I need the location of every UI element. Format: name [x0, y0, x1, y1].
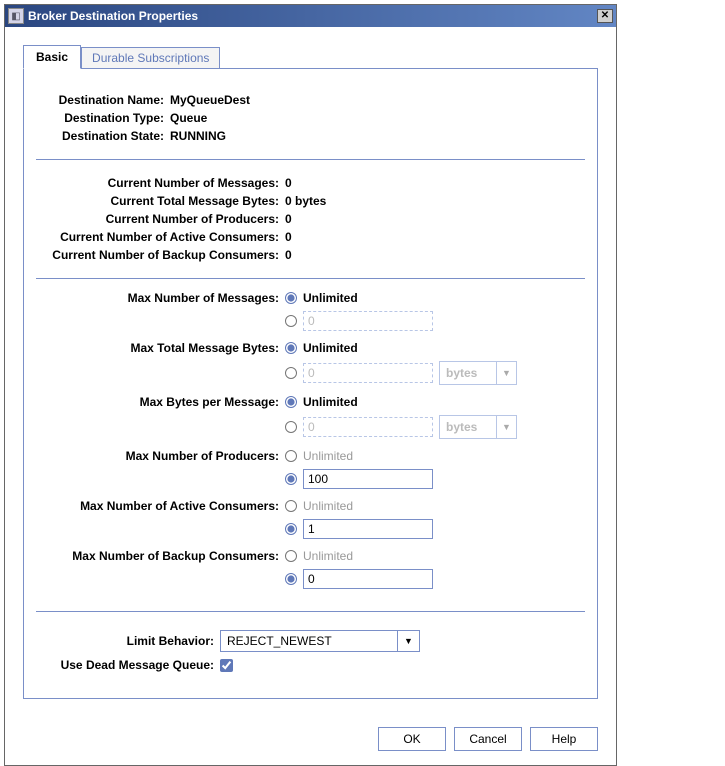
max-producers-value-radio[interactable]	[285, 473, 297, 485]
max-total-bytes-unit-select[interactable]: bytes ▼	[439, 361, 517, 385]
max-bytes-per-msg-unlimited-radio[interactable]	[285, 396, 297, 408]
tab-basic[interactable]: Basic	[23, 45, 81, 69]
chevron-down-icon: ▼	[397, 631, 419, 651]
close-icon[interactable]: ✕	[597, 9, 613, 23]
current-bytes-value: 0 bytes	[285, 194, 326, 208]
current-bytes-label: Current Total Message Bytes:	[40, 194, 285, 208]
max-bytes-per-msg-label: Max Bytes per Message:	[40, 395, 285, 409]
max-bytes-per-msg-value-radio[interactable]	[285, 421, 297, 433]
destination-name-value: MyQueueDest	[170, 93, 250, 107]
current-active-consumers-label: Current Number of Active Consumers:	[40, 230, 285, 244]
limits-config: Max Number of Messages: Unlimited Max	[36, 283, 585, 607]
max-backup-consumers-value-option[interactable]	[285, 569, 433, 589]
max-backup-consumers-input[interactable]	[303, 569, 433, 589]
limit-behavior-label: Limit Behavior:	[40, 634, 220, 648]
max-total-bytes-input[interactable]	[303, 363, 433, 383]
dead-message-queue-label: Use Dead Message Queue:	[40, 658, 220, 672]
titlebar: ◧ Broker Destination Properties ✕	[5, 5, 616, 27]
app-icon: ◧	[8, 8, 24, 24]
destination-type-value: Queue	[170, 111, 207, 125]
max-total-bytes-label: Max Total Message Bytes:	[40, 341, 285, 355]
max-active-consumers-unlimited-radio[interactable]	[285, 500, 297, 512]
max-messages-label: Max Number of Messages:	[40, 291, 285, 305]
max-bytes-per-msg-value-option[interactable]: bytes ▼	[285, 415, 517, 439]
max-backup-consumers-unlimited-radio[interactable]	[285, 550, 297, 562]
max-producers-label: Max Number of Producers:	[40, 449, 285, 463]
max-active-consumers-input[interactable]	[303, 519, 433, 539]
max-bytes-per-msg-unit-select[interactable]: bytes ▼	[439, 415, 517, 439]
dead-message-queue-checkbox[interactable]	[220, 659, 233, 672]
max-total-bytes-unlimited-radio[interactable]	[285, 342, 297, 354]
destination-info: Destination Name: MyQueueDest Destinatio…	[36, 81, 585, 155]
tab-bar: Basic Durable Subscriptions	[23, 45, 598, 69]
max-backup-consumers-unlimited-option[interactable]: Unlimited	[285, 549, 433, 563]
help-button[interactable]: Help	[530, 727, 598, 751]
max-producers-unlimited-radio[interactable]	[285, 450, 297, 462]
max-active-consumers-label: Max Number of Active Consumers:	[40, 499, 285, 513]
limit-behavior-select[interactable]: REJECT_NEWEST ▼	[220, 630, 420, 652]
chevron-down-icon: ▼	[496, 416, 516, 438]
current-active-consumers-value: 0	[285, 230, 292, 244]
max-producers-value-option[interactable]	[285, 469, 433, 489]
max-active-consumers-unlimited-option[interactable]: Unlimited	[285, 499, 433, 513]
max-producers-input[interactable]	[303, 469, 433, 489]
destination-state-label: Destination State:	[40, 129, 170, 143]
max-bytes-per-msg-input[interactable]	[303, 417, 433, 437]
max-producers-unlimited-option[interactable]: Unlimited	[285, 449, 433, 463]
dialog-window: ◧ Broker Destination Properties ✕ Basic …	[4, 4, 617, 766]
tab-durable-subscriptions[interactable]: Durable Subscriptions	[81, 47, 220, 69]
max-messages-input[interactable]	[303, 311, 433, 331]
max-messages-value-radio[interactable]	[285, 315, 297, 327]
ok-button[interactable]: OK	[378, 727, 446, 751]
max-total-bytes-unlimited-option[interactable]: Unlimited	[285, 341, 517, 355]
current-messages-label: Current Number of Messages:	[40, 176, 285, 190]
destination-type-label: Destination Type:	[40, 111, 170, 125]
current-backup-consumers-value: 0	[285, 248, 292, 262]
max-active-consumers-value-option[interactable]	[285, 519, 433, 539]
current-messages-value: 0	[285, 176, 292, 190]
max-messages-value-option[interactable]	[285, 311, 433, 331]
max-messages-unlimited-option[interactable]: Unlimited	[285, 291, 433, 305]
cancel-button[interactable]: Cancel	[454, 727, 522, 751]
destination-name-label: Destination Name:	[40, 93, 170, 107]
max-active-consumers-value-radio[interactable]	[285, 523, 297, 535]
button-bar: OK Cancel Help	[5, 717, 616, 765]
current-producers-label: Current Number of Producers:	[40, 212, 285, 226]
current-backup-consumers-label: Current Number of Backup Consumers:	[40, 248, 285, 262]
max-backup-consumers-value-radio[interactable]	[285, 573, 297, 585]
current-producers-value: 0	[285, 212, 292, 226]
chevron-down-icon: ▼	[496, 362, 516, 384]
max-backup-consumers-label: Max Number of Backup Consumers:	[40, 549, 285, 563]
behavior-config: Limit Behavior: REJECT_NEWEST ▼ Use Dead…	[36, 616, 585, 686]
destination-state-value: RUNNING	[170, 129, 226, 143]
max-messages-unlimited-radio[interactable]	[285, 292, 297, 304]
current-stats: Current Number of Messages: 0 Current To…	[36, 164, 585, 274]
max-bytes-per-msg-unlimited-option[interactable]: Unlimited	[285, 395, 517, 409]
tab-panel-basic: Destination Name: MyQueueDest Destinatio…	[23, 68, 598, 699]
max-total-bytes-value-option[interactable]: bytes ▼	[285, 361, 517, 385]
window-title: Broker Destination Properties	[28, 9, 198, 23]
max-total-bytes-value-radio[interactable]	[285, 367, 297, 379]
